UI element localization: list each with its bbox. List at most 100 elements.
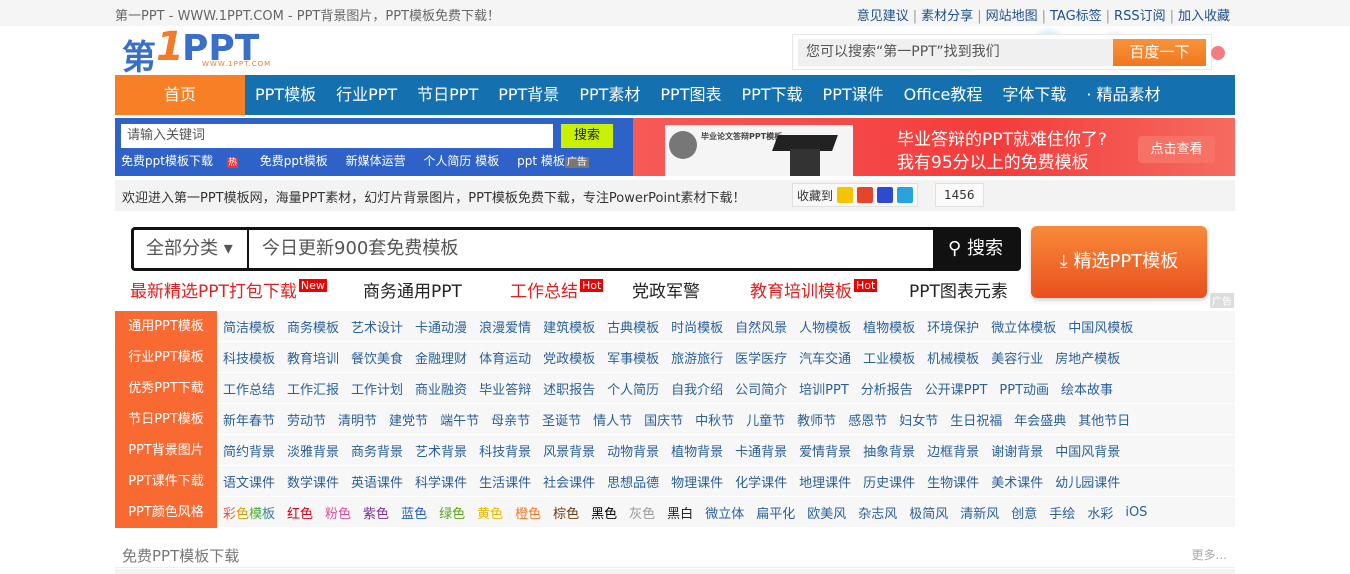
category-link[interactable]: 边框背景: [927, 441, 979, 460]
category-link[interactable]: 语文课件: [223, 472, 275, 491]
category-link[interactable]: 黑白: [667, 503, 693, 522]
keyword-search-button[interactable]: 搜索: [561, 124, 613, 148]
category-link[interactable]: 卡通背景: [735, 441, 787, 460]
category-link[interactable]: 地理课件: [799, 472, 851, 491]
category-link[interactable]: 简约背景: [223, 441, 275, 460]
category-link[interactable]: 工作计划: [351, 379, 403, 398]
nav-item[interactable]: 行业PPT: [326, 75, 407, 115]
category-link[interactable]: 历史课件: [863, 472, 915, 491]
top-link[interactable]: 加入收藏: [1178, 9, 1230, 24]
category-link[interactable]: 党政模板: [543, 348, 595, 367]
category-link[interactable]: 黑色: [591, 503, 617, 522]
hot-link[interactable]: 工作总结 Hot: [510, 277, 604, 302]
category-link[interactable]: 生物课件: [927, 472, 979, 491]
category-link[interactable]: 艺术背景: [415, 441, 467, 460]
top-link[interactable]: 网站地图: [986, 9, 1038, 24]
category-label[interactable]: 行业PPT模板: [115, 341, 217, 373]
category-link[interactable]: 浪漫爱情: [479, 317, 531, 336]
category-link[interactable]: 谢谢背景: [991, 441, 1043, 460]
nav-item[interactable]: · 精品素材: [1076, 75, 1170, 115]
category-link[interactable]: 工作总结: [223, 379, 275, 398]
category-link[interactable]: 灰色: [629, 503, 655, 522]
quick-link[interactable]: 免费ppt模板: [260, 154, 328, 168]
category-link[interactable]: 妇女节: [899, 410, 938, 429]
nav-item[interactable]: 节日PPT: [407, 75, 488, 115]
category-link[interactable]: 风景背景: [543, 441, 595, 460]
template-search-input[interactable]: 今日更新900套免费模板: [262, 230, 458, 268]
category-link[interactable]: 工业模板: [863, 348, 915, 367]
top-link[interactable]: RSS订阅: [1114, 9, 1166, 24]
category-link[interactable]: 卡通动漫: [415, 317, 467, 336]
banner-view-button[interactable]: 点击查看: [1138, 136, 1215, 163]
category-link[interactable]: 粉色: [325, 503, 351, 522]
category-link[interactable]: 感恩节: [848, 410, 887, 429]
category-link[interactable]: 清明节: [338, 410, 377, 429]
category-link[interactable]: 人物模板: [799, 317, 851, 336]
hot-link[interactable]: 最新精选PPT打包下载 New: [130, 277, 327, 302]
category-link[interactable]: 机械模板: [927, 348, 979, 367]
category-link[interactable]: 端午节: [440, 410, 479, 429]
category-link[interactable]: 体育运动: [479, 348, 531, 367]
category-link[interactable]: 极简风: [909, 503, 948, 522]
category-link[interactable]: 科技模板: [223, 348, 275, 367]
category-select[interactable]: 全部分类 ▾: [134, 230, 249, 268]
category-link[interactable]: 植物模板: [863, 317, 915, 336]
quick-link[interactable]: 新媒体运营: [346, 154, 406, 168]
category-link[interactable]: 房地产模板: [1055, 348, 1120, 367]
category-link[interactable]: 绘本故事: [1061, 379, 1113, 398]
category-link[interactable]: 毕业答辩: [479, 379, 531, 398]
category-link[interactable]: 金融理财: [415, 348, 467, 367]
quick-link[interactable]: 个人简历 模板: [423, 154, 499, 168]
category-link[interactable]: 情人节: [593, 410, 632, 429]
nav-item[interactable]: PPT素材: [569, 75, 650, 115]
category-link[interactable]: 劳动节: [287, 410, 326, 429]
hot-link[interactable]: 党政军警: [632, 277, 700, 302]
quick-link[interactable]: ppt 模板: [517, 154, 565, 168]
nav-home[interactable]: 首页: [115, 75, 245, 115]
category-link[interactable]: 中国风模板: [1068, 317, 1133, 336]
category-link[interactable]: 美术课件: [991, 472, 1043, 491]
category-link[interactable]: 英语课件: [351, 472, 403, 491]
baidu-search-button[interactable]: 百度一下: [1113, 39, 1206, 66]
category-link[interactable]: 红色: [287, 503, 313, 522]
ad-banner[interactable]: 毕业论文答辩PPT模板 毕业答辩的PPT就难住你了? 我有95分以上的免费模板 …: [633, 118, 1235, 176]
category-link[interactable]: 化学课件: [735, 472, 787, 491]
category-link[interactable]: PPT动画: [999, 379, 1049, 398]
category-label[interactable]: 通用PPT模板: [115, 310, 217, 342]
category-link[interactable]: 餐饮美食: [351, 348, 403, 367]
category-link[interactable]: 军事模板: [607, 348, 659, 367]
nav-item[interactable]: PPT模板: [245, 75, 326, 115]
category-link[interactable]: 社会课件: [543, 472, 595, 491]
category-link[interactable]: 圣诞节: [542, 410, 581, 429]
category-link[interactable]: 旅游旅行: [671, 348, 723, 367]
category-link[interactable]: 彩色模板: [223, 503, 275, 522]
category-link[interactable]: iOS: [1125, 505, 1147, 520]
category-link[interactable]: 杂志风: [858, 503, 897, 522]
category-link[interactable]: 蓝色: [401, 503, 427, 522]
category-link[interactable]: 中秋节: [695, 410, 734, 429]
category-link[interactable]: 手绘: [1049, 503, 1075, 522]
nav-item[interactable]: PPT课件: [813, 75, 894, 115]
category-link[interactable]: 教师节: [797, 410, 836, 429]
category-link[interactable]: 中国风背景: [1055, 441, 1120, 460]
category-label[interactable]: PPT背景图片: [115, 434, 217, 466]
category-link[interactable]: 简洁模板: [223, 317, 275, 336]
quick-link[interactable]: 免费ppt模板下载热: [121, 154, 252, 168]
category-link[interactable]: 物理课件: [671, 472, 723, 491]
more-link[interactable]: 更多...: [1192, 546, 1227, 563]
hot-link[interactable]: 教育培训模板 Hot: [750, 277, 878, 302]
baidu-paw-icon[interactable]: [877, 187, 894, 203]
logo[interactable]: 第 1 PPT WWW.1PPT.COM: [122, 24, 292, 78]
category-link[interactable]: 环境保护: [927, 317, 979, 336]
category-label[interactable]: PPT颜色风格: [115, 496, 217, 528]
category-link[interactable]: 年会盛典: [1014, 410, 1066, 429]
category-link[interactable]: 微立体模板: [991, 317, 1056, 336]
category-link[interactable]: 古典模板: [607, 317, 659, 336]
category-link[interactable]: 教育培训: [287, 348, 339, 367]
category-link[interactable]: 爱情背景: [799, 441, 851, 460]
category-link[interactable]: 橙色: [515, 503, 541, 522]
category-link[interactable]: 科技背景: [479, 441, 531, 460]
category-link[interactable]: 分析报告: [861, 379, 913, 398]
category-link[interactable]: 自然风景: [735, 317, 787, 336]
category-link[interactable]: 新年春节: [223, 410, 275, 429]
